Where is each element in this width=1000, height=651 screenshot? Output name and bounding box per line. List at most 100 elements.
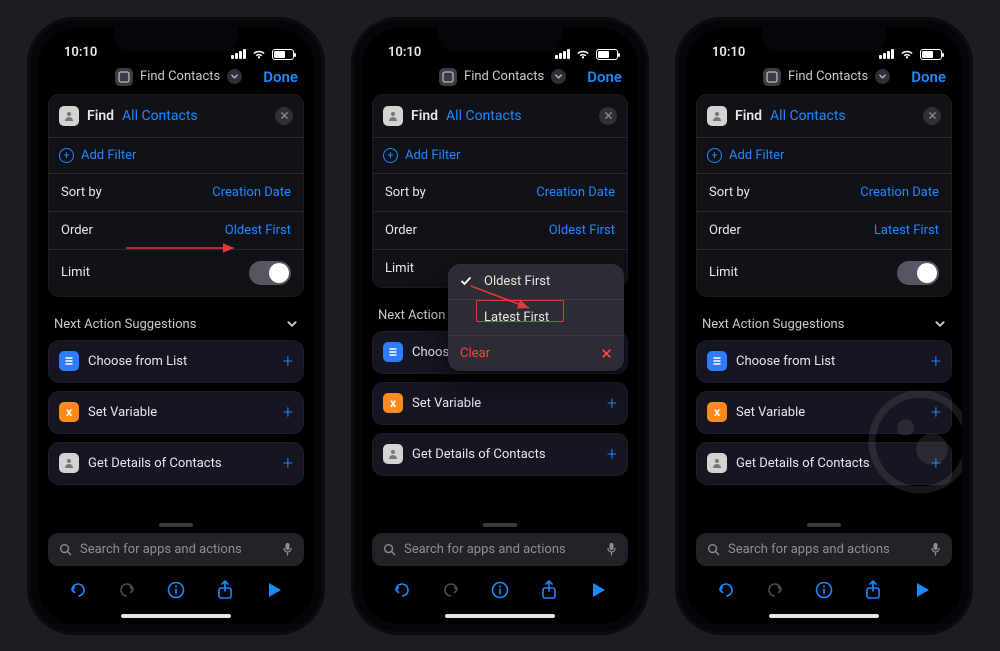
- share-icon[interactable]: [861, 578, 885, 602]
- find-action-card: Find All Contacts + Add Filter Sort by C…: [372, 94, 628, 288]
- find-row[interactable]: Find All Contacts: [49, 95, 303, 138]
- add-icon[interactable]: +: [607, 393, 617, 414]
- sort-row[interactable]: Sort by Creation Date: [373, 174, 627, 212]
- done-button[interactable]: Done: [587, 68, 622, 86]
- suggestions-header[interactable]: Next Action Suggestions: [48, 297, 304, 340]
- toolbar: [372, 566, 628, 602]
- done-button[interactable]: Done: [911, 68, 946, 86]
- home-indicator[interactable]: [445, 614, 555, 618]
- battery-icon: [272, 49, 294, 60]
- status-time: 10:10: [388, 45, 421, 60]
- play-icon[interactable]: [910, 578, 934, 602]
- suggestion-row[interactable]: x Set Variable +: [696, 391, 952, 434]
- undo-icon[interactable]: [714, 578, 738, 602]
- order-row[interactable]: Order Latest First: [697, 212, 951, 250]
- search-input[interactable]: Search for apps and actions: [372, 533, 628, 566]
- find-param[interactable]: All Contacts: [770, 108, 846, 124]
- order-value[interactable]: Oldest First: [225, 223, 291, 238]
- signal-icon: [555, 49, 570, 59]
- search-icon: [59, 543, 72, 556]
- menu-clear[interactable]: Clear: [448, 336, 624, 371]
- add-filter-button[interactable]: + Add Filter: [49, 138, 303, 174]
- sort-value[interactable]: Creation Date: [212, 185, 291, 200]
- limit-toggle[interactable]: [897, 261, 939, 285]
- limit-toggle[interactable]: [249, 261, 291, 285]
- header-title-group[interactable]: Find Contacts: [763, 68, 890, 86]
- find-label: Find: [87, 108, 114, 124]
- plus-circle-icon: +: [59, 148, 74, 163]
- suggestion-row[interactable]: Choose from List +: [696, 340, 952, 383]
- add-icon[interactable]: +: [283, 402, 293, 423]
- suggestion-row[interactable]: Get Details of Contacts +: [48, 442, 304, 485]
- search-input[interactable]: Search for apps and actions: [696, 533, 952, 566]
- order-row[interactable]: Order Oldest First: [373, 212, 627, 250]
- grabber-icon[interactable]: [807, 523, 841, 527]
- info-icon[interactable]: [812, 578, 836, 602]
- find-row[interactable]: Find All Contacts: [373, 95, 627, 138]
- info-icon[interactable]: [488, 578, 512, 602]
- menu-item-oldest[interactable]: Oldest First: [448, 264, 624, 300]
- undo-icon[interactable]: [66, 578, 90, 602]
- add-filter-button[interactable]: + Add Filter: [373, 138, 627, 174]
- order-row[interactable]: Order Oldest First: [49, 212, 303, 250]
- clear-icon[interactable]: [599, 107, 617, 125]
- home-indicator[interactable]: [769, 614, 879, 618]
- sort-row[interactable]: Sort by Creation Date: [697, 174, 951, 212]
- add-icon[interactable]: +: [283, 453, 293, 474]
- add-icon[interactable]: +: [607, 444, 617, 465]
- mic-icon[interactable]: [606, 542, 617, 556]
- find-row[interactable]: Find All Contacts: [697, 95, 951, 138]
- grabber-icon[interactable]: [159, 523, 193, 527]
- suggestions-title: Next Action Suggestions: [702, 317, 844, 332]
- clear-icon[interactable]: [275, 107, 293, 125]
- done-button[interactable]: Done: [263, 68, 298, 86]
- info-icon[interactable]: [164, 578, 188, 602]
- order-value[interactable]: Latest First: [874, 223, 939, 238]
- search-placeholder: Search for apps and actions: [80, 542, 242, 557]
- find-param[interactable]: All Contacts: [122, 108, 198, 124]
- phone-1: 10:10 Find Contacts Done: [28, 18, 324, 634]
- clear-label: Clear: [460, 346, 490, 361]
- header-title: Find Contacts: [140, 69, 220, 84]
- suggestions-header[interactable]: Next Action Suggestions: [696, 297, 952, 340]
- suggestion-row[interactable]: Choose from List +: [48, 340, 304, 383]
- add-filter-button[interactable]: + Add Filter: [697, 138, 951, 174]
- suggestion-label: Get Details of Contacts: [412, 447, 546, 462]
- sort-value[interactable]: Creation Date: [536, 185, 615, 200]
- mic-icon[interactable]: [282, 542, 293, 556]
- add-icon[interactable]: +: [931, 453, 941, 474]
- suggestion-row[interactable]: Get Details of Contacts +: [372, 433, 628, 476]
- sort-value[interactable]: Creation Date: [860, 185, 939, 200]
- add-icon[interactable]: +: [931, 351, 941, 372]
- bottom-bar: Search for apps and actions: [38, 517, 314, 624]
- menu-item-latest[interactable]: Latest First: [448, 300, 624, 336]
- sort-row[interactable]: Sort by Creation Date: [49, 174, 303, 212]
- notch: [114, 28, 238, 52]
- add-icon[interactable]: +: [283, 351, 293, 372]
- suggestion-row[interactable]: Get Details of Contacts +: [696, 442, 952, 485]
- home-indicator[interactable]: [121, 614, 231, 618]
- play-icon[interactable]: [586, 578, 610, 602]
- status-icons: [879, 49, 942, 60]
- clear-icon[interactable]: [923, 107, 941, 125]
- suggestion-row[interactable]: x Set Variable +: [372, 382, 628, 425]
- share-icon[interactable]: [537, 578, 561, 602]
- order-value[interactable]: Oldest First: [549, 223, 615, 238]
- order-label: Order: [709, 223, 741, 238]
- share-icon[interactable]: [213, 578, 237, 602]
- sort-label: Sort by: [709, 185, 750, 200]
- suggestions-title-truncated: Next Action S: [378, 308, 456, 323]
- add-icon[interactable]: +: [931, 402, 941, 423]
- header-title-group[interactable]: Find Contacts: [439, 68, 566, 86]
- suggestion-label: Choose from List: [736, 354, 835, 369]
- find-param[interactable]: All Contacts: [446, 108, 522, 124]
- mic-icon[interactable]: [930, 542, 941, 556]
- suggestion-row[interactable]: x Set Variable +: [48, 391, 304, 434]
- search-icon: [383, 543, 396, 556]
- chevron-down-icon: [875, 69, 890, 84]
- grabber-icon[interactable]: [483, 523, 517, 527]
- play-icon[interactable]: [262, 578, 286, 602]
- undo-icon[interactable]: [390, 578, 414, 602]
- header-title-group[interactable]: Find Contacts: [115, 68, 242, 86]
- search-input[interactable]: Search for apps and actions: [48, 533, 304, 566]
